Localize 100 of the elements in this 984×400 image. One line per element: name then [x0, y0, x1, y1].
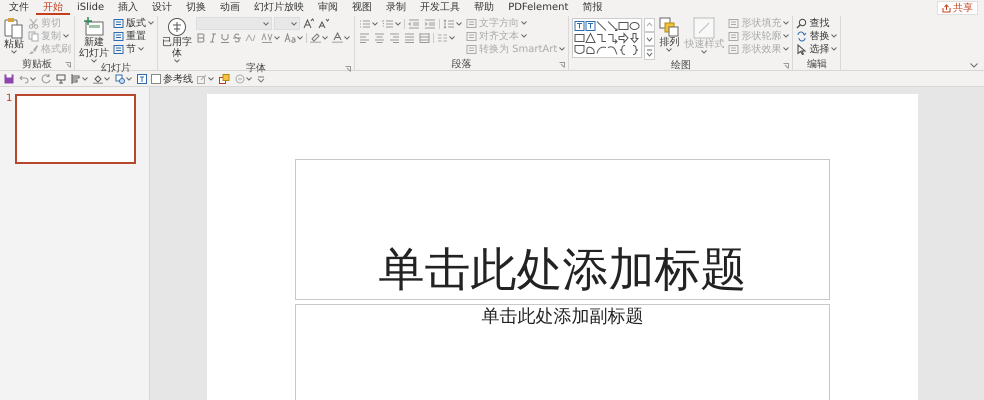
caret-icon: [297, 36, 303, 40]
fill-icon[interactable]: [93, 74, 103, 84]
ribbon-button[interactable]: 节: [113, 43, 154, 55]
spacing-icon[interactable]: [261, 32, 273, 42]
shape-icon[interactable]: [618, 20, 630, 32]
shape-icon[interactable]: [607, 44, 618, 56]
ribbon-tab[interactable]: 动画: [213, 1, 248, 15]
ribbon-tab[interactable]: iSlide: [70, 1, 112, 15]
shape-icon[interactable]: [607, 32, 618, 44]
undo-icon[interactable]: [19, 74, 29, 84]
shape-icon[interactable]: [585, 44, 596, 56]
caret-icon: [91, 59, 97, 63]
strikethrough-icon[interactable]: [233, 32, 241, 42]
dialog-launcher-icon[interactable]: [783, 63, 790, 69]
caret-icon: [274, 36, 280, 40]
share-button[interactable]: 共享: [937, 1, 978, 15]
ribbon-tab[interactable]: 帮助: [467, 1, 502, 15]
ribbon-button[interactable]: 粘贴: [3, 17, 25, 54]
align-icon[interactable]: [71, 74, 81, 84]
ribbon-button[interactable]: 选择: [796, 43, 838, 55]
scissors-icon: [28, 18, 39, 28]
shape-icon[interactable]: [574, 20, 586, 32]
caret-icon: [82, 76, 88, 80]
title-placeholder[interactable]: 单击此处添加标题: [295, 159, 830, 300]
subtitle-placeholder-text: 单击此处添加副标题: [482, 306, 644, 328]
align-right-icon[interactable]: [389, 32, 400, 42]
ribbon-button[interactable]: 替换: [796, 30, 838, 42]
shape-icon[interactable]: [596, 20, 608, 32]
numbering-icon[interactable]: [382, 18, 394, 28]
font-color-icon[interactable]: [332, 32, 343, 43]
dialog-launcher-icon[interactable]: [345, 66, 351, 72]
dialog-launcher-icon[interactable]: [559, 62, 566, 68]
justify-icon[interactable]: [404, 32, 415, 42]
caret-icon: [138, 47, 144, 51]
scroll-down-icon[interactable]: [644, 32, 656, 46]
caret-icon: [372, 22, 378, 26]
ribbon-tab[interactable]: PDFelement: [501, 1, 576, 15]
slide-thumbnail[interactable]: [15, 94, 136, 164]
ribbon-tab[interactable]: 插入: [111, 1, 146, 15]
shape-icon[interactable]: [585, 32, 596, 44]
underline-icon[interactable]: [221, 32, 229, 42]
change-case-icon[interactable]: [284, 32, 296, 42]
shape-icon[interactable]: [629, 32, 640, 44]
font-name-field[interactable]: [196, 17, 272, 30]
align-center-icon[interactable]: [374, 32, 385, 42]
ribbon-tab[interactable]: 审阅: [311, 1, 346, 15]
ribbon-button[interactable]: 查找: [796, 17, 838, 29]
ribbon-tab[interactable]: 切换: [179, 1, 214, 15]
bullets-icon[interactable]: [359, 18, 371, 28]
shape-icon[interactable]: [596, 44, 608, 56]
save-icon[interactable]: [4, 74, 14, 84]
more-icon[interactable]: [644, 46, 656, 60]
grow-font-icon[interactable]: [303, 18, 314, 29]
distribute-icon[interactable]: [419, 32, 430, 42]
ribbon-button[interactable]: 新建 幻灯片: [78, 17, 110, 63]
arrange-icon: [659, 17, 680, 37]
line-spacing-icon[interactable]: [443, 18, 455, 28]
redo-icon[interactable]: [41, 74, 51, 84]
format-icon: [466, 30, 477, 42]
dialog-launcher-icon[interactable]: [65, 62, 71, 68]
shapes-gallery[interactable]: [572, 18, 642, 58]
caret-icon: [263, 22, 269, 26]
indent-icon[interactable]: [424, 18, 436, 28]
font-size-field[interactable]: [274, 17, 300, 30]
ribbon-tab[interactable]: 设计: [145, 1, 180, 15]
shape-icon[interactable]: [618, 32, 630, 44]
shape-icon[interactable]: [574, 44, 586, 56]
customize-icon[interactable]: [257, 74, 265, 82]
ribbon-tab[interactable]: 简报: [575, 1, 610, 15]
ribbon-tab[interactable]: 录制: [379, 1, 414, 15]
ribbon-tab[interactable]: 视图: [345, 1, 380, 15]
shrink-font-icon[interactable]: [318, 18, 329, 29]
format-icon: [466, 18, 477, 28]
align-left-icon[interactable]: [359, 32, 370, 42]
ribbon-tab[interactable]: 幻灯片放映: [247, 1, 312, 15]
ribbon-button[interactable]: 重置: [113, 30, 154, 42]
collapse-ribbon-icon[interactable]: [970, 63, 978, 68]
outdent-icon[interactable]: [408, 18, 420, 28]
subtitle-placeholder[interactable]: 单击此处添加副标题: [295, 304, 830, 400]
shape-icon[interactable]: [607, 20, 618, 32]
shape-icon[interactable]: [629, 20, 640, 32]
group-label: 幻灯片: [101, 63, 131, 74]
ribbon-tab[interactable]: 文件: [2, 1, 36, 15]
bold-icon[interactable]: [197, 32, 205, 42]
ribbon-button[interactable]: 已用字 体: [161, 17, 193, 63]
caret-icon: [208, 76, 214, 80]
shape-fill-icon[interactable]: [115, 74, 125, 84]
ribbon-button[interactable]: 版式: [113, 17, 154, 29]
highlighter-icon[interactable]: [310, 32, 321, 43]
shape-icon[interactable]: [596, 32, 608, 44]
italic-icon[interactable]: [209, 32, 217, 42]
ribbon-button[interactable]: 排列: [658, 17, 680, 52]
font-circle-icon: [167, 17, 187, 37]
text-box-icon[interactable]: [137, 74, 147, 84]
group-icon[interactable]: [219, 74, 230, 84]
shape-icon[interactable]: [574, 32, 586, 44]
ribbon-tab[interactable]: 开发工具: [413, 1, 468, 15]
shape-icon[interactable]: [585, 20, 596, 32]
presenter-icon[interactable]: [56, 74, 66, 84]
guides-checkbox[interactable]: 参考线: [151, 72, 193, 86]
